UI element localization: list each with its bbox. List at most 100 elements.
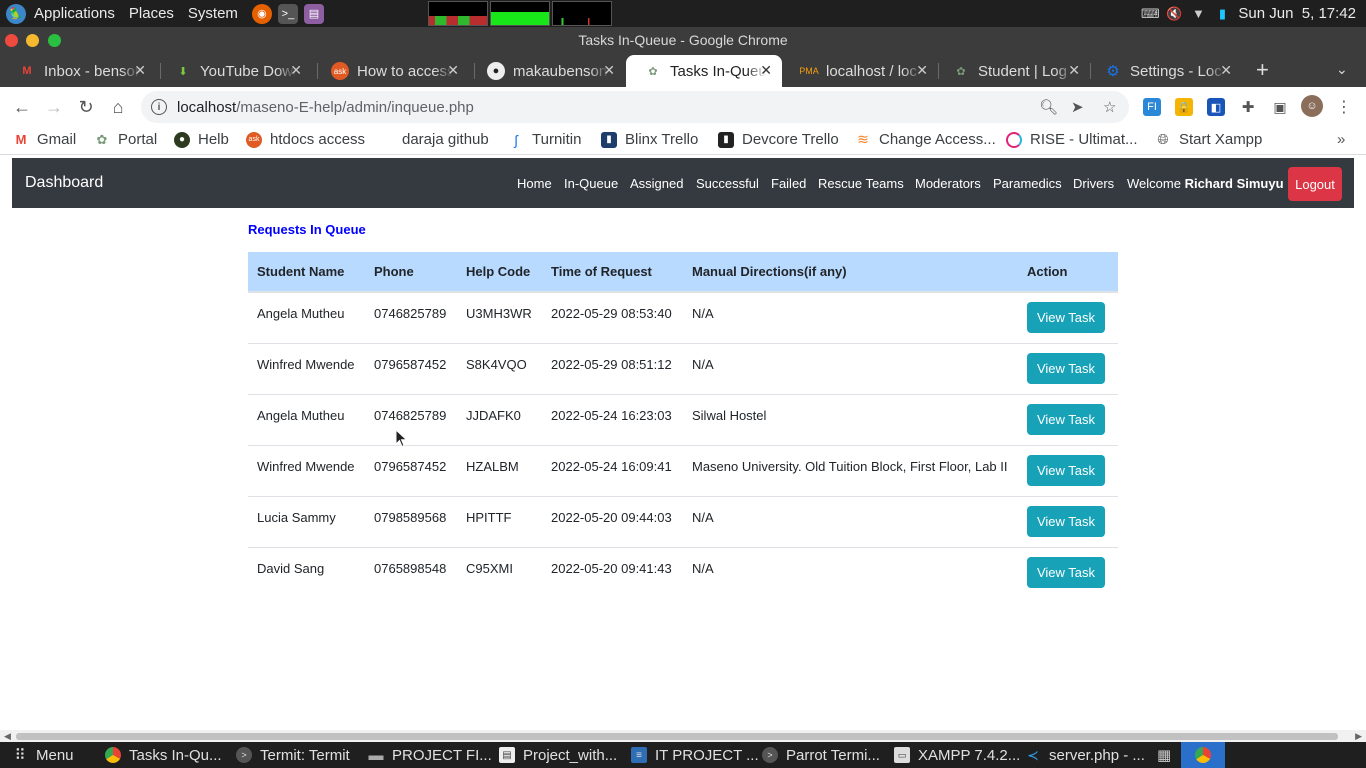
address-bar[interactable]: i localhost/maseno-E-help/admin/inqueue.… [141,91,1129,123]
helb-icon: ● [174,131,190,148]
volume-icon[interactable]: 🔇 [1166,6,1182,22]
profile-avatar[interactable]: ☺ [1301,95,1323,117]
taskbar-item-chrome[interactable]: Tasks In-Qu... [105,742,222,768]
tab-how-to-access[interactable]: ask How to access ✕ [313,55,469,87]
taskbar-item-project-folder[interactable]: ▬ PROJECT FI... [368,742,492,768]
view-task-button[interactable]: View Task [1027,403,1105,435]
tab-gmail[interactable]: M Inbox - benson ✕ [0,55,156,87]
scrollbar-thumb[interactable] [16,733,1338,740]
clock[interactable]: Sun Jun 5, 17:42 [1238,5,1356,22]
nav-assigned[interactable]: Assigned [630,176,683,191]
workspace-switcher-icon[interactable]: ▦ [1157,746,1171,764]
wifi-icon[interactable]: ▼ [1190,6,1206,22]
places-menu[interactable]: Places [123,0,182,27]
taskbar-item-termit[interactable]: > Termit: Termit [236,742,350,768]
send-icon[interactable]: ➤ [1071,98,1084,116]
system-menu[interactable]: System [182,0,246,27]
text-editor-launcher-icon[interactable]: ▤ [303,3,324,24]
help-code-cell: C95XMI [457,546,542,598]
bookmark-turnitin[interactable]: ʃ Turnitin [508,131,581,148]
bookmark-gmail[interactable]: M Gmail [13,131,77,148]
home-icon[interactable]: ⌂ [106,95,130,119]
nav-moderators[interactable]: Moderators [915,176,981,191]
keyboard-icon[interactable]: ⌨ [1141,6,1160,22]
extension-fi-icon[interactable]: FI [1143,98,1161,116]
nav-successful[interactable]: Successful [696,176,759,191]
tab-youtube-downloader[interactable]: ⬇ YouTube Down ✕ [156,55,312,87]
close-tab-icon[interactable]: ✕ [134,62,146,79]
view-task-button[interactable]: View Task [1027,505,1105,537]
battery-icon[interactable]: ▮ [1214,6,1230,22]
view-task-button[interactable]: View Task [1027,352,1105,384]
zoom-icon[interactable]: 🔍︎ [1039,98,1058,116]
view-task-button[interactable]: View Task [1027,454,1105,486]
extension-blue-icon[interactable]: ◧ [1207,98,1225,116]
nav-failed[interactable]: Failed [771,176,806,191]
close-tab-icon[interactable]: ✕ [760,62,772,79]
nav-paramedics[interactable]: Paramedics [993,176,1062,191]
applications-menu[interactable]: Applications [32,0,123,27]
bookmark-star-icon[interactable]: ☆ [1103,98,1116,116]
bookmark-start-xampp[interactable]: 🌐︎ Start Xampp [1155,131,1262,148]
new-tab-icon[interactable]: + [1256,57,1269,83]
bookmark-rise[interactable]: RISE - Ultimat... [1006,131,1138,148]
more-bookmarks-icon[interactable]: » [1337,131,1345,148]
dashboard-brand-link[interactable]: Dashboard [25,174,103,192]
globe-icon: 🌐︎ [1157,131,1169,147]
folder-icon: ▬ [368,746,384,764]
tab-settings[interactable]: ⚙ Settings - Loc ✕ [1086,55,1242,87]
tab-tasks-in-queue[interactable]: ✿ Tasks In-Queue ✕ [626,55,782,87]
chrome-tray-icon[interactable] [1181,742,1225,768]
taskbar-item-xampp[interactable]: ▭ XAMPP 7.4.2... [894,742,1020,768]
bookmark-helb[interactable]: ● Helb [174,131,229,148]
back-arrow-icon[interactable]: ← [10,95,34,119]
bookmark-htdocs-access[interactable]: ask htdocs access [246,131,365,148]
close-tab-icon[interactable]: ✕ [290,62,302,79]
bookmark-change-access[interactable]: ≋ Change Access... [855,131,996,148]
close-tab-icon[interactable]: ✕ [603,62,615,79]
site-info-icon[interactable]: i [151,99,167,115]
close-tab-icon[interactable]: ✕ [1220,62,1232,79]
taskbar-item-it-project[interactable]: ≡ IT PROJECT ... [631,742,759,768]
scroll-right-icon[interactable]: ▶ [1355,731,1362,742]
directions-cell: Maseno University. Old Tuition Block, Fi… [683,444,1018,496]
nav-drivers[interactable]: Drivers [1073,176,1114,191]
chrome-menu-icon[interactable]: ⋮ [1335,98,1353,116]
start-menu-button[interactable]: ⠿ Menu [12,742,74,768]
url-text[interactable]: localhost/maseno-E-help/admin/inqueue.ph… [177,99,474,116]
reload-icon[interactable]: ↻ [74,95,98,119]
vscode-icon: ≺ [1027,746,1039,763]
terminal-launcher-icon[interactable]: >_ [277,3,298,24]
view-task-button[interactable]: View Task [1027,556,1105,588]
forward-arrow-icon[interactable]: → [42,95,66,119]
tab-github[interactable]: ● makaubenson ✕ [469,55,625,87]
tab-student-login[interactable]: ✿ Student | Log ✕ [934,55,1090,87]
bookmark-portal[interactable]: ✿ Portal [94,131,158,148]
chrome-icon [105,747,121,763]
parrot-logo-icon[interactable]: 🦜 [6,3,26,24]
bookmark-devcore-trello[interactable]: ▮ Devcore Trello [718,131,839,148]
taskbar-item-vscode[interactable]: ≺ server.php - ... [1025,742,1145,768]
close-tab-icon[interactable]: ✕ [1068,62,1080,79]
logout-button[interactable]: Logout [1288,167,1342,201]
taskbar-item-parrot-terminal[interactable]: > Parrot Termi... [762,742,880,768]
taskbar-item-project-with[interactable]: ▤ Project_with... [499,742,617,768]
close-tab-icon[interactable]: ✕ [447,62,459,79]
tab-phpmyadmin[interactable]: PMA localhost / loc ✕ [782,55,938,87]
tab-search-chevron-icon[interactable]: ⌄ [1336,61,1348,78]
memory-graph [490,1,550,26]
close-tab-icon[interactable]: ✕ [916,62,928,79]
bookmark-blinx-trello[interactable]: ▮ Blinx Trello [601,131,698,148]
extension-lock-icon[interactable]: 🔒 [1175,98,1193,116]
horizontal-scrollbar[interactable]: ◀ ▶ [0,730,1366,742]
side-panel-icon[interactable]: ▣ [1271,98,1289,116]
bookmark-daraja-github[interactable]: daraja github [402,131,489,148]
nav-home[interactable]: Home [517,176,552,191]
extensions-puzzle-icon[interactable]: ✚ [1239,98,1257,116]
directions-cell: N/A [683,291,1018,343]
nav-rescue-teams[interactable]: Rescue Teams [818,176,904,191]
nav-in-queue[interactable]: In-Queue [564,176,618,191]
view-task-button[interactable]: View Task [1027,302,1105,333]
scroll-left-icon[interactable]: ◀ [4,731,11,742]
firefox-launcher-icon[interactable]: ◉ [251,3,272,24]
